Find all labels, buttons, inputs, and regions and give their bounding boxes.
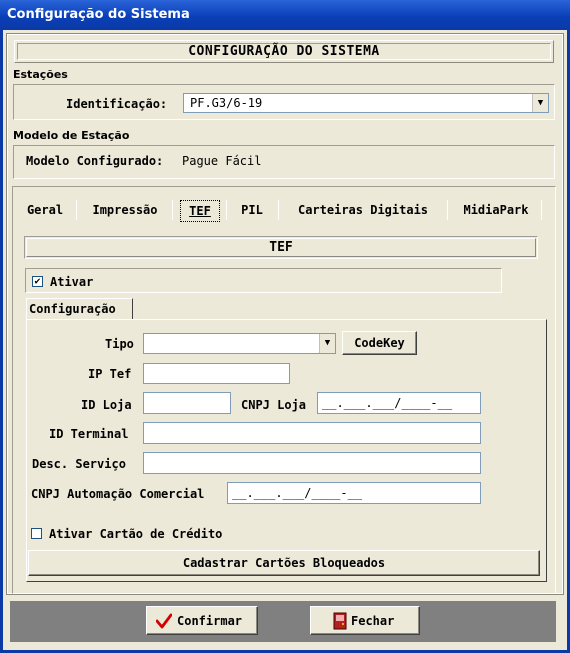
- model-value: Pague Fácil: [182, 154, 262, 168]
- activate-checkbox[interactable]: ✔: [32, 276, 43, 287]
- cnpj-loja-input[interactable]: __.___.___/____-__: [317, 392, 481, 414]
- page-title: CONFIGURAÇÃO DO SISTEMA: [17, 43, 551, 60]
- id-loja-label: ID Loja: [81, 398, 132, 412]
- chevron-down-icon[interactable]: ▼: [319, 334, 335, 353]
- tab-divider: [447, 200, 448, 220]
- credit-card-label: Ativar Cartão de Crédito: [49, 527, 223, 541]
- id-loja-input[interactable]: [143, 392, 231, 414]
- id-terminal-label: ID Terminal: [49, 427, 129, 441]
- window-title: Configuração do Sistema: [0, 0, 570, 30]
- tab-midiapark[interactable]: MidiaPark: [455, 200, 537, 220]
- tipo-select[interactable]: ▼: [143, 333, 336, 354]
- tab-pil[interactable]: PIL: [234, 200, 270, 220]
- subtab-configuracao-label: Configuração: [29, 302, 116, 316]
- section-stations-label: Estações: [13, 68, 68, 81]
- ip-tef-label: IP Tef: [88, 367, 132, 381]
- section-model-label: Modelo de Estação: [13, 129, 130, 142]
- credit-card-checkbox[interactable]: [31, 528, 42, 539]
- subtab-panel: [26, 319, 547, 582]
- desc-servico-input[interactable]: [143, 452, 481, 474]
- cnpj-automacao-input[interactable]: __.___.___/____-__: [227, 482, 481, 504]
- codekey-button[interactable]: CodeKey: [342, 331, 417, 355]
- identification-label: Identificação:: [66, 97, 168, 111]
- tab-divider: [172, 200, 173, 220]
- footer-bar: [10, 601, 556, 642]
- close-label: Fechar: [351, 614, 395, 628]
- tef-title: TEF: [26, 238, 536, 257]
- blocked-cards-button[interactable]: Cadastrar Cartões Bloqueados: [28, 550, 540, 576]
- cnpj-loja-label: CNPJ Loja: [241, 398, 307, 412]
- tab-tef[interactable]: TEF: [180, 200, 220, 222]
- checkmark-icon: [156, 613, 172, 629]
- tef-title-box: TEF: [24, 236, 538, 259]
- identification-select[interactable]: PF.G3/6-19 ▼: [183, 93, 549, 113]
- page-title-box: CONFIGURAÇÃO DO SISTEMA: [14, 40, 554, 63]
- tab-carteiras-digitais[interactable]: Carteiras Digitais: [286, 200, 440, 220]
- model-label: Modelo Configurado:: [26, 154, 164, 168]
- tab-impressao[interactable]: Impressão: [86, 200, 164, 220]
- exit-door-icon: [333, 612, 347, 630]
- tipo-label: Tipo: [105, 337, 134, 351]
- tab-divider: [541, 200, 542, 220]
- id-terminal-input[interactable]: [143, 422, 481, 444]
- tab-divider: [278, 200, 279, 220]
- tab-divider: [76, 200, 77, 220]
- subtab-configuracao[interactable]: Configuração: [26, 298, 133, 320]
- tab-tef-label: TEF: [189, 204, 211, 218]
- cnpj-automacao-label: CNPJ Automação Comercial: [31, 487, 205, 501]
- confirm-button[interactable]: Confirmar: [146, 606, 258, 635]
- desc-servico-label: Desc. Serviço: [32, 457, 126, 471]
- confirm-label: Confirmar: [177, 614, 243, 628]
- tab-divider: [226, 200, 227, 220]
- activate-label: Ativar: [50, 275, 94, 289]
- ip-tef-input[interactable]: [143, 363, 290, 384]
- identification-value: PF.G3/6-19: [190, 96, 263, 110]
- close-button[interactable]: Fechar: [310, 606, 420, 635]
- chevron-down-icon[interactable]: ▼: [532, 94, 548, 112]
- activate-group: [25, 268, 502, 293]
- tab-geral[interactable]: Geral: [22, 200, 68, 220]
